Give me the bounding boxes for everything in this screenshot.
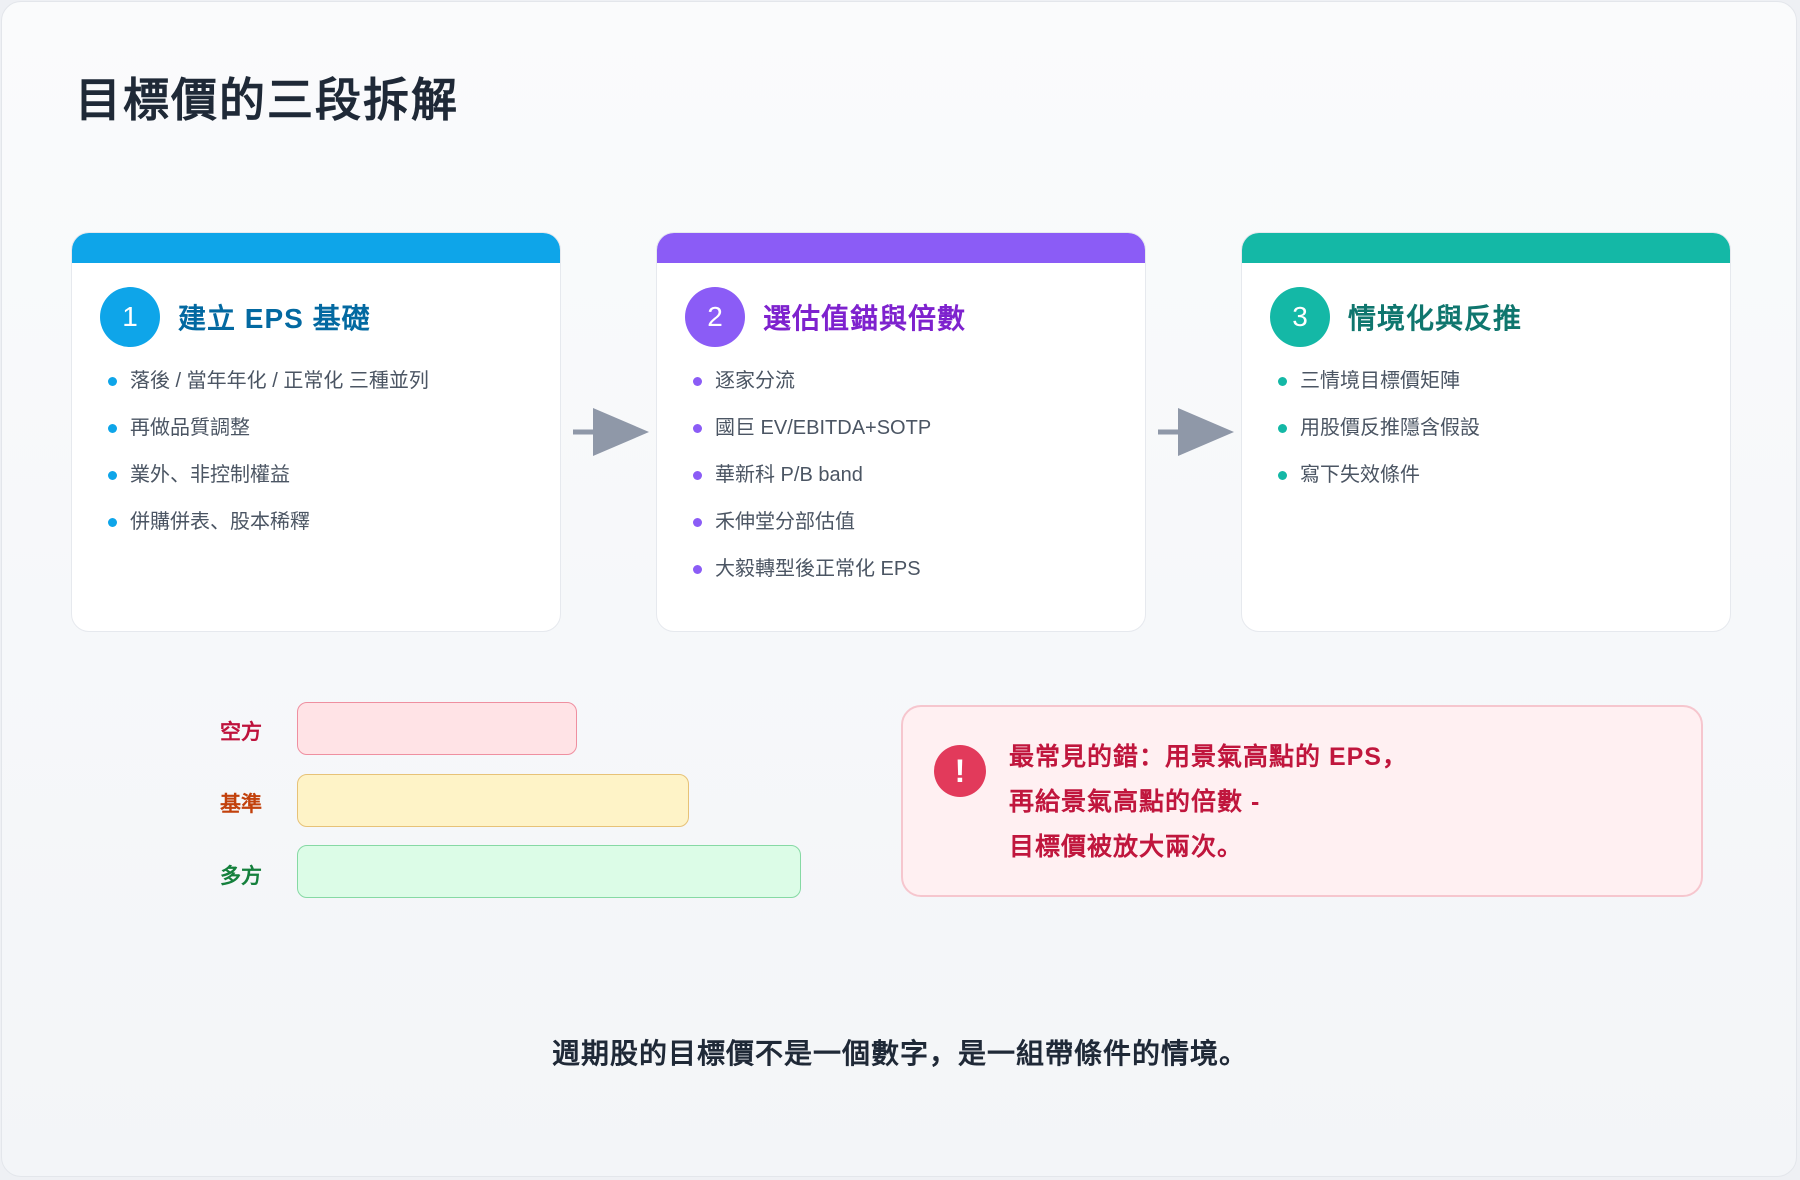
step-item-text: 國巨 EV/EBITDA+SOTP xyxy=(715,417,932,439)
step-item-text: 華新科 P/B band xyxy=(715,464,863,486)
bullet-dot xyxy=(693,424,702,433)
step-item: 用股價反推隱含假設 xyxy=(1278,414,1480,461)
bullet-dot xyxy=(108,471,117,480)
arrow-right-icon xyxy=(573,408,649,456)
arrow-right-icon xyxy=(1158,408,1234,456)
scenario-label-bear: 空方 xyxy=(220,721,262,744)
step-card-top-bar xyxy=(72,233,560,263)
step-item: 禾伸堂分部估值 xyxy=(693,508,931,555)
scenario-bar-bear xyxy=(297,702,577,755)
warning-line: 最常見的錯：用景氣高點的 EPS， xyxy=(1009,743,1408,771)
step-card-top-bar xyxy=(657,233,1145,263)
warning-text: 最常見的錯：用景氣高點的 EPS， 再給景氣高點的倍數 - 目標價被放大兩次。 xyxy=(1009,735,1408,870)
step-item: 寫下失效條件 xyxy=(1278,461,1480,508)
bullet-dot xyxy=(108,377,117,386)
warning-line: 再給景氣高點的倍數 - xyxy=(1009,788,1261,816)
step-item: 華新科 P/B band xyxy=(693,461,931,508)
bullet-dot xyxy=(693,518,702,527)
step-title: 選估值錨與倍數 xyxy=(763,303,967,334)
scenario-label-base: 基準 xyxy=(220,793,262,816)
bullet-dot xyxy=(693,471,702,480)
bullet-dot xyxy=(1278,471,1287,480)
step-item-text: 併購併表、股本稀釋 xyxy=(130,511,310,533)
warning-callout: ! 最常見的錯：用景氣高點的 EPS， 再給景氣高點的倍數 - 目標價被放大兩次… xyxy=(901,705,1703,897)
page-title: 目標價的三段拆解 xyxy=(75,74,459,126)
bullet-dot xyxy=(108,518,117,527)
step-item: 三情境目標價矩陣 xyxy=(1278,367,1480,414)
step-card-top-bar xyxy=(1242,233,1730,263)
step-item-list: 落後 / 當年年化 / 正常化 三種並列 再做品質調整 業外、非控制權益 併購併… xyxy=(108,367,429,555)
step-card-valuation-anchor: 2 選估值錨與倍數 逐家分流 國巨 EV/EBITDA+SOTP 華新科 P/B… xyxy=(656,232,1146,632)
step-item: 併購併表、股本稀釋 xyxy=(108,508,429,555)
step-item: 國巨 EV/EBITDA+SOTP xyxy=(693,414,931,461)
footer-note: 週期股的目標價不是一個數字，是一組帶條件的情境。 xyxy=(551,1038,1248,1069)
step-number-badge: 1 xyxy=(100,287,160,347)
step-header: 2 選估值錨與倍數 xyxy=(685,287,966,347)
step-title: 建立 EPS 基礎 xyxy=(178,303,371,334)
diagram-canvas: 目標價的三段拆解 1 建立 EPS 基礎 落後 / 當年年化 / 正常化 三種並… xyxy=(1,1,1797,1177)
alert-icon: ! xyxy=(934,745,986,797)
step-item-list: 三情境目標價矩陣 用股價反推隱含假設 寫下失效條件 xyxy=(1278,367,1480,508)
bullet-dot xyxy=(1278,377,1287,386)
step-item-text: 用股價反推隱含假設 xyxy=(1300,417,1480,439)
step-item-text: 業外、非控制權益 xyxy=(130,464,290,486)
bullet-dot xyxy=(693,565,702,574)
step-item: 再做品質調整 xyxy=(108,414,429,461)
step-header: 3 情境化與反推 xyxy=(1270,287,1522,347)
bullet-dot xyxy=(108,424,117,433)
step-item: 業外、非控制權益 xyxy=(108,461,429,508)
scenario-bar-bull xyxy=(297,845,801,898)
bullet-dot xyxy=(1278,424,1287,433)
step-item-text: 三情境目標價矩陣 xyxy=(1300,370,1460,392)
step-item-text: 禾伸堂分部估值 xyxy=(715,511,855,533)
step-item: 大毅轉型後正常化 EPS xyxy=(693,555,931,602)
scenario-bar-base xyxy=(297,774,689,827)
step-item-list: 逐家分流 國巨 EV/EBITDA+SOTP 華新科 P/B band 禾伸堂分… xyxy=(693,367,931,602)
step-item-text: 寫下失效條件 xyxy=(1300,464,1420,486)
step-header: 1 建立 EPS 基礎 xyxy=(100,287,371,347)
step-number-badge: 2 xyxy=(685,287,745,347)
step-title: 情境化與反推 xyxy=(1348,303,1523,334)
step-item: 逐家分流 xyxy=(693,367,931,414)
bullet-dot xyxy=(693,377,702,386)
scenario-label-bull: 多方 xyxy=(220,865,262,888)
step-card-eps-base: 1 建立 EPS 基礎 落後 / 當年年化 / 正常化 三種並列 再做品質調整 … xyxy=(71,232,561,632)
step-item-text: 落後 / 當年年化 / 正常化 三種並列 xyxy=(130,370,429,392)
step-number-badge: 3 xyxy=(1270,287,1330,347)
step-item: 落後 / 當年年化 / 正常化 三種並列 xyxy=(108,367,429,414)
step-card-scenario-reverse: 3 情境化與反推 三情境目標價矩陣 用股價反推隱含假設 寫下失效條件 xyxy=(1241,232,1731,632)
step-item-text: 大毅轉型後正常化 EPS xyxy=(715,558,921,580)
warning-line: 目標價被放大兩次。 xyxy=(1009,833,1244,861)
step-item-text: 逐家分流 xyxy=(715,370,795,392)
step-item-text: 再做品質調整 xyxy=(130,417,250,439)
